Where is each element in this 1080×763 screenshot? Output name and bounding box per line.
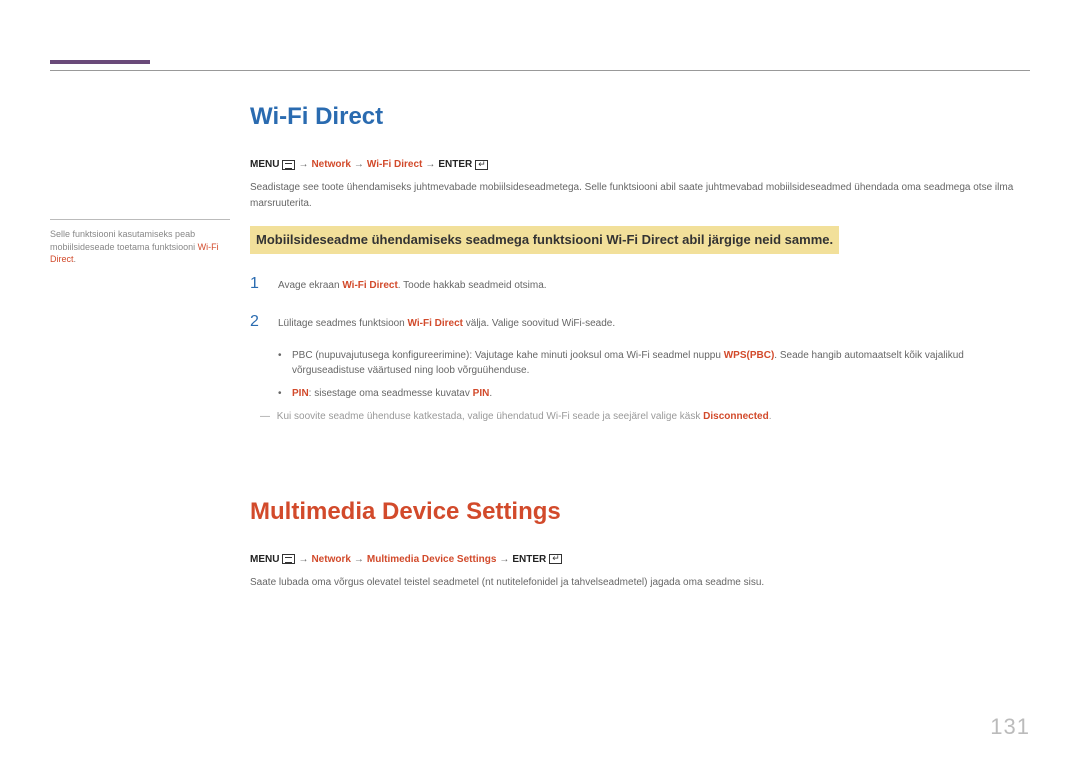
- path-enter: ENTER: [438, 157, 472, 172]
- path-enter: ENTER: [512, 552, 546, 567]
- header-accent-bar: [50, 60, 150, 64]
- bullet-icon: •: [278, 386, 292, 401]
- sidebar-note-post: .: [74, 254, 77, 264]
- note-post: .: [769, 411, 772, 422]
- step1-red: Wi-Fi Direct: [342, 280, 397, 291]
- path-item: Wi-Fi Direct: [367, 157, 422, 172]
- bullet2-mid: : sisestage oma seadmesse kuvatav: [309, 388, 473, 399]
- step-1: 1 Avage ekraan Wi-Fi Direct. Toode hakka…: [250, 272, 1030, 296]
- step-2: 2 Lülitage seadmes funktsioon Wi-Fi Dire…: [250, 310, 1030, 334]
- arrow-icon: →: [425, 157, 435, 172]
- path-menu: MENU: [250, 552, 279, 567]
- section1-intro: Seadistage see toote ühendamiseks juhtme…: [250, 180, 1030, 212]
- bullet2-red1: PIN: [292, 388, 309, 399]
- menu-path-1: MENU → Network → Wi-Fi Direct → ENTER: [250, 157, 1030, 172]
- note-pre: Kui soovite seadme ühenduse katkestada, …: [277, 411, 703, 422]
- note-red: Disconnected: [703, 411, 769, 422]
- bullet2-red2: PIN: [473, 388, 490, 399]
- header-rule: [50, 70, 1030, 71]
- step2-pre: Lülitage seadmes funktsioon: [278, 318, 408, 329]
- section1-highlight: Mobiilsideseadme ühendamiseks seadmega f…: [250, 226, 839, 254]
- enter-icon: [475, 160, 488, 170]
- bullet-icon: •: [278, 348, 292, 378]
- sidebar-note: Selle funktsiooni kasutamiseks peab mobi…: [50, 99, 250, 605]
- enter-icon: [549, 554, 562, 564]
- path-item: Multimedia Device Settings: [367, 552, 496, 567]
- menu-icon: [282, 160, 295, 170]
- path-menu: MENU: [250, 157, 279, 172]
- path-network: Network: [311, 157, 350, 172]
- arrow-icon: →: [499, 552, 509, 567]
- bullet-1: • PBC (nupuvajutusega konfigureerimine):…: [278, 348, 1030, 378]
- bullet-2: • PIN: sisestage oma seadmesse kuvatav P…: [278, 386, 1030, 401]
- path-network: Network: [311, 552, 350, 567]
- step1-post: . Toode hakkab seadmeid otsima.: [398, 280, 547, 291]
- arrow-icon: →: [354, 157, 364, 172]
- bullet2-post: .: [489, 388, 492, 399]
- section2-intro: Saate lubada oma võrgus olevatel teistel…: [250, 575, 1030, 591]
- step2-red: Wi-Fi Direct: [408, 318, 463, 329]
- step1-pre: Avage ekraan: [278, 280, 342, 291]
- section2-title: Multimedia Device Settings: [250, 494, 1030, 530]
- bullet1-red: WPS(PBC): [724, 350, 775, 361]
- step-number: 1: [250, 272, 278, 296]
- step2-post: välja. Valige soovitud WiFi-seade.: [463, 318, 615, 329]
- bullet1-pre: PBC (nupuvajutusega konfigureerimine): V…: [292, 350, 724, 361]
- arrow-icon: →: [298, 552, 308, 567]
- arrow-icon: →: [298, 157, 308, 172]
- page-number: 131: [990, 710, 1030, 743]
- menu-icon: [282, 554, 295, 564]
- section1-note: Kui soovite seadme ühenduse katkestada, …: [260, 409, 1030, 424]
- menu-path-2: MENU → Network → Multimedia Device Setti…: [250, 552, 1030, 567]
- arrow-icon: →: [354, 552, 364, 567]
- section1-title: Wi-Fi Direct: [250, 99, 1030, 135]
- step-number: 2: [250, 310, 278, 334]
- sidebar-note-text: Selle funktsiooni kasutamiseks peab mobi…: [50, 229, 198, 252]
- main-content: Wi-Fi Direct MENU → Network → Wi-Fi Dire…: [250, 99, 1030, 605]
